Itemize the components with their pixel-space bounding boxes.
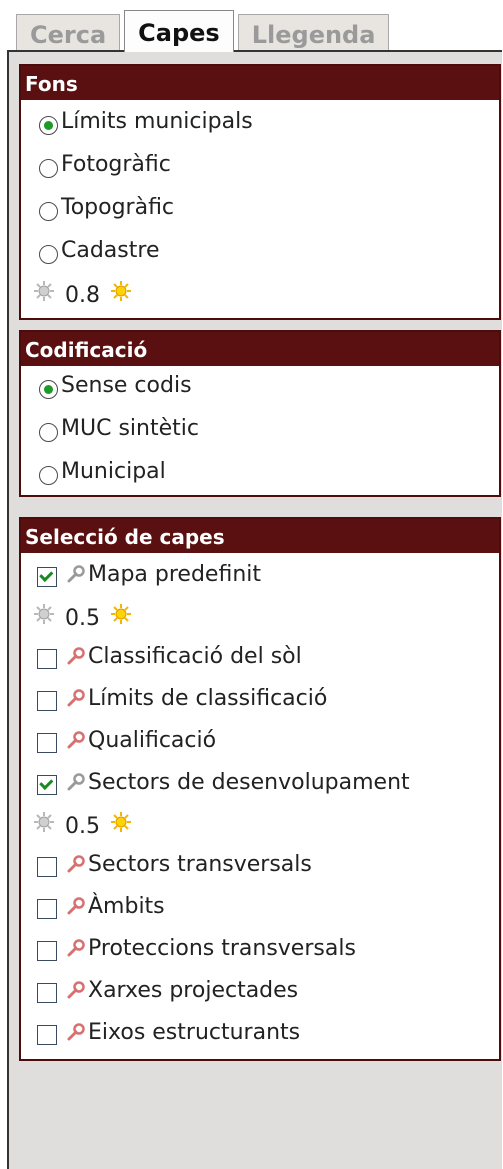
sun-bright-icon[interactable] [110, 811, 132, 833]
layer-label: Xarxes projectades [88, 977, 299, 1003]
tab-bar: Cerca Capes Llegenda [16, 10, 393, 52]
layer-checkbox[interactable] [37, 857, 57, 877]
sun-dim-icon[interactable] [33, 603, 55, 625]
layer-item[interactable]: Qualificació [37, 723, 216, 757]
radio-sense-codis[interactable] [39, 379, 58, 399]
layer-item[interactable]: Límits de classificació [37, 681, 327, 715]
layer-label: Àmbits [88, 893, 165, 919]
layer-opacity: 0.5 [33, 805, 132, 839]
layer-checkbox[interactable] [37, 899, 57, 919]
opacity-value: 0.5 [65, 813, 100, 839]
layer-checkbox[interactable] [37, 649, 57, 669]
wrench-icon[interactable] [67, 939, 85, 957]
sun-dim-icon[interactable] [33, 280, 55, 302]
layer-checkbox[interactable] [37, 733, 57, 753]
codi-option-municipal[interactable]: Municipal [39, 454, 166, 488]
layer-checkbox[interactable] [37, 567, 57, 587]
fons-option-label: Cadastre [61, 237, 160, 263]
codi-option-label: Municipal [61, 458, 166, 484]
radio-muc-sintetic[interactable] [39, 422, 58, 442]
layer-label: Mapa predefinit [88, 561, 262, 587]
radio-limits-municipals[interactable] [39, 115, 58, 135]
layer-item[interactable]: Sectors transversals [37, 847, 312, 881]
wrench-icon[interactable] [67, 647, 85, 665]
layer-label: Qualificació [88, 727, 217, 753]
wrench-icon[interactable] [67, 1023, 85, 1041]
codificacio-group: Codificació Sense codis MUC sintètic Mun… [19, 330, 501, 497]
codi-option-muc[interactable]: MUC sintètic [39, 411, 199, 445]
opacity-value: 0.8 [65, 282, 100, 308]
tab-cerca[interactable]: Cerca [16, 14, 121, 52]
wrench-icon[interactable] [67, 689, 85, 707]
codi-option-label: Sense codis [61, 372, 192, 398]
fons-option-label: Fotogràfic [61, 151, 171, 177]
layer-item[interactable]: Mapa predefinit [37, 557, 261, 591]
wrench-icon[interactable] [67, 897, 85, 915]
layer-item[interactable]: Classificació del sòl [37, 639, 302, 673]
layer-label: Classificació del sòl [88, 643, 302, 669]
wrench-icon[interactable] [67, 981, 85, 999]
fons-option-limits[interactable]: Límits municipals [39, 104, 253, 138]
fons-group: Fons Límits municipals Fotogràfic Topogr… [19, 64, 501, 320]
wrench-icon[interactable] [67, 731, 85, 749]
seleccio-title: Selecció de capes [21, 519, 499, 553]
codi-option-sense[interactable]: Sense codis [39, 368, 192, 402]
opacity-value: 0.5 [65, 605, 100, 631]
fons-option-cadastre[interactable]: Cadastre [39, 233, 159, 267]
wrench-icon[interactable] [67, 855, 85, 873]
layer-opacity: 0.5 [33, 597, 132, 631]
tab-llegenda[interactable]: Llegenda [237, 14, 390, 52]
layer-item[interactable]: Àmbits [37, 889, 165, 923]
wrench-icon[interactable] [67, 565, 85, 583]
sun-dim-icon[interactable] [33, 811, 55, 833]
layer-label: Límits de classificació [88, 685, 328, 711]
radio-cadastre[interactable] [39, 244, 58, 264]
layer-label: Sectors de desenvolupament [88, 769, 410, 795]
tab-capes[interactable]: Capes [124, 10, 234, 52]
layer-checkbox[interactable] [37, 1025, 57, 1045]
fons-opacity: 0.8 [33, 274, 132, 308]
layer-checkbox[interactable] [37, 941, 57, 961]
capes-panel: Fons Límits municipals Fotogràfic Topogr… [7, 50, 502, 1169]
fons-option-fotografic[interactable]: Fotogràfic [39, 147, 171, 181]
layer-label: Eixos estructurants [88, 1019, 301, 1045]
codi-option-label: MUC sintètic [61, 415, 199, 441]
layer-item[interactable]: Proteccions transversals [37, 931, 356, 965]
fons-option-label: Límits municipals [61, 108, 253, 134]
seleccio-group: Selecció de capes Mapa predefinit 0.5 Clas… [19, 517, 501, 1061]
radio-municipal[interactable] [39, 465, 58, 485]
fons-option-topografic[interactable]: Topogràfic [39, 190, 174, 224]
layer-checkbox[interactable] [37, 691, 57, 711]
layer-item[interactable]: Xarxes projectades [37, 973, 298, 1007]
sun-bright-icon[interactable] [110, 603, 132, 625]
layer-label: Sectors transversals [88, 851, 312, 877]
fons-title: Fons [21, 66, 499, 100]
sun-bright-icon[interactable] [110, 280, 132, 302]
layer-label: Proteccions transversals [88, 935, 356, 961]
codificacio-title: Codificació [21, 332, 499, 366]
layer-checkbox[interactable] [37, 983, 57, 1003]
wrench-icon[interactable] [67, 773, 85, 791]
layer-checkbox[interactable] [37, 775, 57, 795]
fons-option-label: Topogràfic [61, 194, 175, 220]
radio-fotografic[interactable] [39, 158, 58, 178]
layer-item[interactable]: Eixos estructurants [37, 1015, 300, 1049]
radio-topografic[interactable] [39, 201, 58, 221]
layer-item[interactable]: Sectors de desenvolupament [37, 765, 410, 799]
